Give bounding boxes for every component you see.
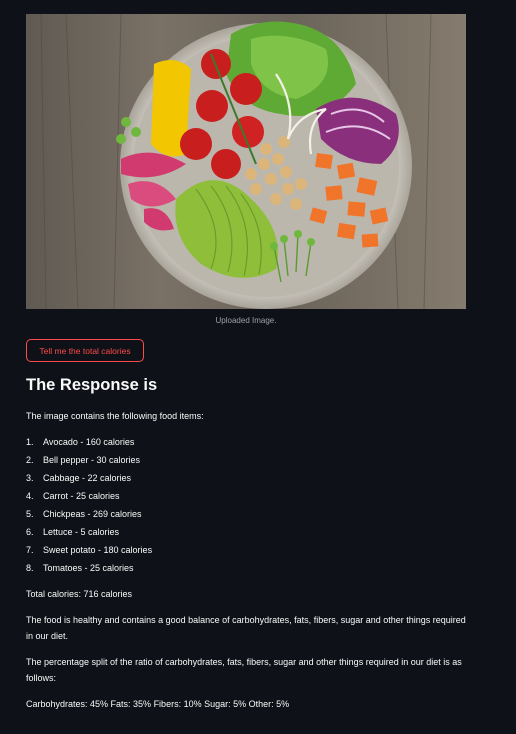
health-note: The food is healthy and contains a good … <box>26 615 466 641</box>
food-item-text: Bell pepper - 30 calories <box>43 455 141 465</box>
response-intro: The image contains the following food it… <box>26 411 204 421</box>
total-calories-button[interactable]: Tell me the total calories <box>26 339 144 362</box>
food-item-text: Tomatoes - 25 calories <box>43 563 134 573</box>
list-item: 8. Tomatoes - 25 calories <box>26 560 152 578</box>
salad-bowl-illustration <box>26 14 466 309</box>
food-item-text: Carrot - 25 calories <box>43 491 120 501</box>
list-item: 7. Sweet potato - 180 calories <box>26 542 152 560</box>
response-heading: The Response is <box>26 376 158 394</box>
food-item-text: Chickpeas - 269 calories <box>43 509 142 519</box>
list-item: 3. Cabbage - 22 calories <box>26 470 152 488</box>
app-page: Uploaded Image. Tell me the total calori… <box>0 0 516 734</box>
food-item-text: Lettuce - 5 calories <box>43 527 120 537</box>
split-intro: The percentage split of the ratio of car… <box>26 657 462 683</box>
total-calories-text: Total calories: 716 calories <box>26 589 133 599</box>
food-item-text: Cabbage - 22 calories <box>43 473 132 483</box>
food-item-text: Avocado - 160 calories <box>43 437 135 447</box>
list-item: 4. Carrot - 25 calories <box>26 488 152 506</box>
nutrient-split: Carbohydrates: 45% Fats: 35% Fibers: 10%… <box>26 699 290 709</box>
food-items-list: 1. Avocado - 160 calories 2. Bell pepper -… <box>26 434 152 578</box>
list-item: 1. Avocado - 160 calories <box>26 434 152 452</box>
food-item-text: Sweet potato - 180 calories <box>43 545 153 555</box>
list-item: 5. Chickpeas - 269 calories <box>26 506 152 524</box>
list-item: 2. Bell pepper - 30 calories <box>26 452 152 470</box>
list-item: 6. Lettuce - 5 calories <box>26 524 152 542</box>
image-caption: Uploaded Image. <box>215 316 277 325</box>
uploaded-food-image <box>26 14 466 309</box>
